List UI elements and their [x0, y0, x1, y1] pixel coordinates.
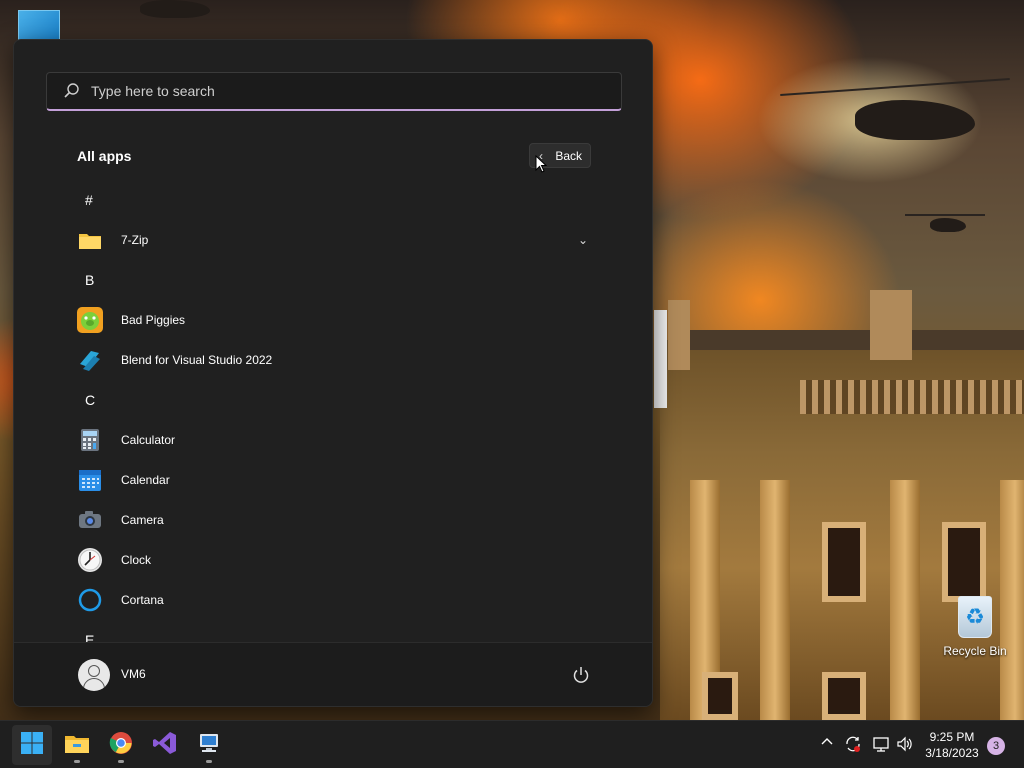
wallpaper-rotor [780, 77, 1010, 97]
app-item-7zip[interactable]: 7-Zip ⌄ [14, 220, 652, 260]
mouse-cursor-icon [535, 154, 548, 178]
section-letter[interactable]: C [14, 380, 652, 420]
running-indicator [206, 760, 212, 763]
file-explorer-icon [64, 732, 90, 759]
desktop-shortcut-icon[interactable] [18, 10, 60, 40]
wallpaper-helicopter [930, 218, 966, 232]
wallpaper-window [822, 672, 866, 720]
blend-icon [77, 347, 103, 373]
visual-studio-icon [153, 731, 177, 760]
search-box[interactable] [46, 72, 622, 111]
wallpaper-chimney [870, 290, 912, 360]
remote-desktop-icon [197, 731, 221, 760]
section-letter[interactable]: B [14, 260, 652, 300]
recycle-bin-label: Recycle Bin [943, 644, 1007, 658]
bad-piggies-icon [77, 307, 103, 333]
wallpaper-window [942, 522, 986, 602]
cortana-icon [77, 587, 103, 613]
power-icon[interactable] [571, 665, 591, 685]
wallpaper-chimney [668, 300, 690, 370]
recycle-bin-shortcut[interactable]: ♻ Recycle Bin [942, 596, 1008, 658]
chrome-icon [109, 731, 133, 760]
user-name[interactable]: VM6 [121, 667, 146, 681]
chrome-button[interactable] [101, 725, 141, 765]
sync-icon[interactable] [844, 735, 862, 756]
wallpaper-roofline [690, 330, 1024, 350]
section-letter[interactable]: # [14, 180, 652, 220]
clock-time: 9:25 PM [929, 730, 975, 744]
wallpaper-balustrade [800, 380, 1024, 414]
network-icon[interactable] [872, 735, 890, 756]
app-item-bad-piggies[interactable]: Bad Piggies [14, 300, 652, 340]
back-button-label: Back [555, 148, 582, 163]
section-letter[interactable]: E [14, 620, 652, 644]
chevron-up-icon[interactable] [820, 735, 834, 752]
wallpaper-window [702, 672, 738, 720]
calculator-icon [77, 427, 103, 453]
user-avatar[interactable] [78, 659, 110, 691]
wallpaper-window [822, 522, 866, 602]
start-menu: All apps ‹ Back # 7-Zip ⌄ B [13, 39, 653, 707]
chevron-down-icon[interactable]: ⌄ [578, 233, 588, 247]
search-icon [63, 82, 81, 100]
app-item-camera[interactable]: Camera [14, 500, 652, 540]
user-head-icon [88, 665, 100, 677]
start-menu-footer: VM6 [14, 642, 652, 706]
calendar-icon [77, 467, 103, 493]
running-indicator [118, 760, 124, 763]
visual-studio-button[interactable] [145, 725, 185, 765]
wallpaper-column [890, 480, 920, 720]
search-input[interactable] [91, 83, 591, 99]
app-item-clock[interactable]: Clock [14, 540, 652, 580]
all-apps-list: # 7-Zip ⌄ B Bad Piggies Blend for Visual… [14, 180, 652, 644]
recycle-bin-icon: ♻ [958, 596, 992, 638]
wallpaper-helicopter [855, 100, 975, 140]
remote-desktop-button[interactable] [189, 725, 229, 765]
wallpaper-rotor [905, 214, 985, 216]
taskbar: 9:25 PM 3/18/2023 3 [0, 720, 1024, 768]
file-explorer-button[interactable] [57, 725, 97, 765]
running-indicator [74, 760, 80, 763]
app-item-calendar[interactable]: Calendar [14, 460, 652, 500]
wallpaper-helicopter [140, 0, 210, 18]
volume-icon[interactable] [896, 735, 914, 756]
start-button[interactable] [12, 725, 52, 765]
wallpaper-column [760, 480, 790, 720]
camera-icon [77, 507, 103, 533]
user-body-icon [83, 678, 105, 691]
all-apps-title: All apps [77, 148, 132, 164]
wallpaper-window-edge [654, 310, 667, 408]
taskbar-clock[interactable]: 9:25 PM 3/18/2023 [920, 729, 984, 761]
app-item-blend[interactable]: Blend for Visual Studio 2022 [14, 340, 652, 380]
clock-date: 3/18/2023 [925, 746, 979, 760]
app-item-cortana[interactable]: Cortana [14, 580, 652, 620]
app-item-calculator[interactable]: Calculator [14, 420, 652, 460]
windows-logo-icon [20, 731, 44, 760]
folder-icon [77, 227, 103, 253]
clock-icon [77, 547, 103, 573]
notification-badge[interactable]: 3 [987, 737, 1005, 755]
